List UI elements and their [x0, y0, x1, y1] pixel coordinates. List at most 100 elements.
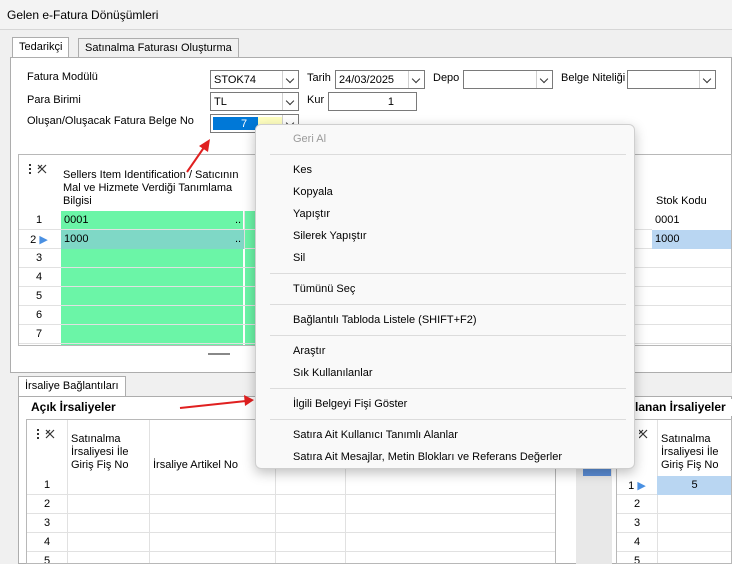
column-header-artikel-no[interactable]: İrsaliye Artikel No: [153, 459, 238, 472]
row-number: 3: [633, 517, 641, 529]
context-menu: Geri Al Kes Kopyala Yapıştır Silerek Yap…: [255, 124, 635, 469]
chevron-down-icon[interactable]: [282, 71, 298, 88]
fatura-modulu-combo[interactable]: STOK74: [210, 70, 299, 89]
chevron-down-icon[interactable]: [699, 71, 715, 88]
stok-kodu-cell[interactable]: 1000: [652, 230, 731, 249]
row-number: 2: [30, 234, 37, 246]
table-row[interactable]: 3: [617, 514, 731, 533]
depo-label: Depo: [433, 72, 460, 84]
stok-kodu-cell[interactable]: 0001: [652, 211, 731, 230]
menu-separator: [270, 335, 626, 336]
baglanan-irsaliyeler-title: ağlanan İrsaliyeler: [621, 400, 726, 414]
belge-no-value: 7: [241, 118, 248, 130]
window-title: Gelen e-Fatura Dönüşümleri: [7, 8, 159, 22]
table-row[interactable]: 5: [27, 552, 555, 564]
table-row[interactable]: 4: [27, 533, 555, 552]
tab-satinalma-faturasi[interactable]: Satınalma Faturası Oluşturma: [78, 38, 239, 58]
row-number: 1: [628, 480, 635, 492]
tarih-value: 24/03/2025: [339, 74, 395, 86]
column-header-giris-fis-no[interactable]: Satınalma İrsaliyesi İle Giriş Fiş No: [661, 433, 731, 472]
belge-niteligi-combo[interactable]: [627, 70, 716, 89]
title-bar: Gelen e-Fatura Dönüşümleri: [0, 0, 732, 30]
para-birimi-value: TL: [214, 96, 227, 108]
menu-item-tumunu-sec[interactable]: Tümünü Seç: [293, 283, 355, 295]
depo-combo[interactable]: [463, 70, 553, 89]
row-number: 3: [35, 252, 43, 264]
menu-separator: [270, 304, 626, 305]
table-row[interactable]: 2: [617, 495, 731, 514]
giris-fis-no-cell[interactable]: 5: [657, 476, 731, 495]
transfer-button[interactable]: [583, 468, 611, 476]
row-number: 1: [43, 479, 51, 491]
row-number: 2: [633, 498, 641, 510]
row-number: 7: [35, 328, 43, 340]
kur-input[interactable]: 1: [328, 92, 417, 111]
menu-item-arastir[interactable]: Araştır: [293, 345, 325, 357]
row-number: 4: [35, 271, 43, 283]
row-number: 1: [35, 214, 43, 226]
ellipsis-button[interactable]: ..: [235, 214, 241, 226]
grid-options-icon[interactable]: [28, 164, 50, 174]
row-number: 3: [43, 517, 51, 529]
menu-item-kullanici-tanimli-alanlar[interactable]: Satıra Ait Kullanıcı Tanımlı Alanlar: [293, 429, 458, 441]
menu-item-satira-ait-mesajlar[interactable]: Satıra Ait Mesajlar, Metin Blokları ve R…: [293, 451, 562, 463]
column-header-stok-kodu[interactable]: Stok Kodu: [656, 195, 707, 208]
tarih-combo[interactable]: 24/03/2025: [335, 70, 425, 89]
chevron-down-icon[interactable]: [536, 71, 552, 88]
tab-label: Satınalma Faturası Oluşturma: [85, 42, 232, 54]
current-row-arrow-icon: ▶: [637, 480, 646, 492]
table-row[interactable]: 5: [617, 552, 731, 564]
belge-no-label: Oluşan/Oluşacak Fatura Belge No: [27, 115, 194, 127]
menu-item-geri-al[interactable]: Geri Al: [293, 133, 326, 145]
text-selection: [213, 117, 258, 130]
row-number: 4: [43, 536, 51, 548]
chevron-down-icon[interactable]: [282, 93, 298, 110]
tab-label: Tedarikçi: [19, 41, 63, 53]
table-row[interactable]: 2: [27, 495, 555, 514]
tab-label: İrsaliye Bağlantıları: [25, 380, 119, 392]
menu-item-kes[interactable]: Kes: [293, 164, 312, 176]
table-row[interactable]: 3: [27, 514, 555, 533]
tab-tedarikci[interactable]: Tedarikçi: [12, 37, 70, 58]
row-number-current: 2 ▶: [19, 230, 59, 249]
tarih-label: Tarih: [307, 72, 331, 84]
kur-value: 1: [387, 96, 394, 108]
menu-item-sik-kullanilanlar[interactable]: Sık Kullanılanlar: [293, 367, 373, 379]
current-row-arrow-icon: ▶: [39, 234, 48, 246]
row-number: 2: [43, 498, 51, 510]
fatura-modulu-label: Fatura Modülü: [27, 71, 98, 83]
row-number: 5: [633, 555, 641, 564]
menu-item-yapistir[interactable]: Yapıştır: [293, 208, 330, 220]
menu-item-sil[interactable]: Sil: [293, 252, 305, 264]
table-row[interactable]: 1 ▶ 5: [617, 476, 731, 495]
horizontal-scroll-grip[interactable]: [208, 353, 230, 355]
row-number: 6: [35, 309, 43, 321]
menu-separator: [270, 419, 626, 420]
row-number-current: 1 ▶: [617, 476, 657, 495]
menu-item-ilgili-belgeyi-goster[interactable]: İlgili Belgeyi Fişi Göster: [293, 398, 407, 410]
menu-item-silerek-yapistir[interactable]: Silerek Yapıştır: [293, 230, 367, 242]
ellipsis-button[interactable]: ..: [235, 233, 241, 245]
grid-options-icon[interactable]: [639, 429, 649, 439]
sellers-item-cell[interactable]: 0001: [61, 211, 245, 230]
tab-irsaliye-baglantilari[interactable]: İrsaliye Bağlantıları: [18, 376, 126, 397]
belge-niteligi-label: Belge Niteliği: [561, 72, 626, 84]
table-row[interactable]: 4: [617, 533, 731, 552]
acik-irsaliyeler-title: Açık İrsaliyeler: [31, 400, 116, 414]
table-row[interactable]: 1: [27, 476, 555, 495]
para-birimi-combo[interactable]: TL: [210, 92, 299, 111]
grid-options-icon[interactable]: [36, 429, 58, 439]
menu-separator: [270, 154, 626, 155]
menu-item-baglantili-tabloda-listele[interactable]: Bağlantılı Tabloda Listele (SHIFT+F2): [293, 314, 477, 326]
column-header-sellers-item[interactable]: Sellers Item Identification / Satıcının …: [63, 169, 243, 208]
menu-separator: [270, 388, 626, 389]
menu-item-kopyala[interactable]: Kopyala: [293, 186, 333, 198]
column-header-giris-fis-no[interactable]: Satınalma İrsaliyesi İle Giriş Fiş No: [71, 433, 147, 472]
fatura-modulu-value: STOK74: [214, 74, 256, 86]
sellers-item-cell[interactable]: 1000: [61, 230, 245, 249]
para-birimi-label: Para Birimi: [27, 94, 81, 106]
chevron-down-icon[interactable]: [408, 71, 424, 88]
row-number: 5: [43, 555, 51, 564]
kur-label: Kur: [307, 94, 325, 106]
row-number: 4: [633, 536, 641, 548]
